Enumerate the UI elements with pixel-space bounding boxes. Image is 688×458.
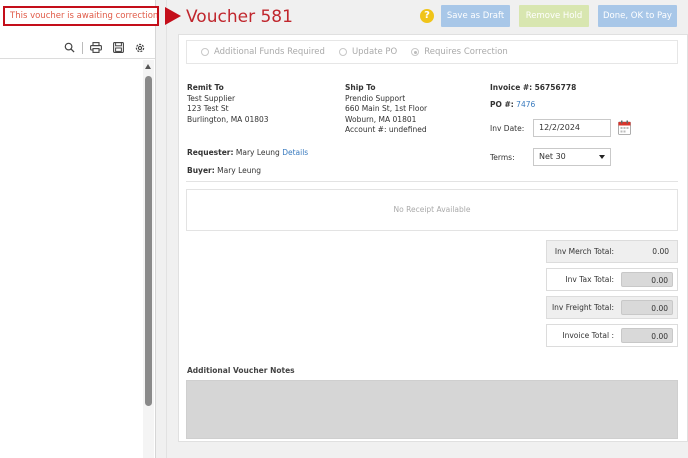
remit-line: Burlington, MA 01803 <box>187 114 269 124</box>
po-number-row: PO #: 7476 <box>490 100 535 109</box>
remit-line: Test Supplier <box>187 93 236 103</box>
buyer-row: Buyer: Mary Leung <box>187 166 261 175</box>
invoice-total-row: Invoice Total : 0.00 <box>546 324 678 347</box>
done-ok-to-pay-button[interactable]: Done, OK to Pay <box>598 5 677 27</box>
terms-selected-value: Net 30 <box>539 152 566 161</box>
total-label: Inv Freight Total: <box>551 303 614 312</box>
total-value-input[interactable]: 0.00 <box>621 272 673 287</box>
radio-update-po[interactable]: Update PO <box>338 47 398 57</box>
status-radio-group: Additional Funds Required Update PO Requ… <box>186 40 678 64</box>
invoice-number-row: Invoice #: 56756778 <box>490 83 576 92</box>
radio-label: Requires Correction <box>424 47 508 57</box>
ship-line: Account #: undefined <box>345 125 427 134</box>
save-icon[interactable] <box>109 39 127 57</box>
radio-button[interactable] <box>338 48 347 56</box>
radio-label: Additional Funds Required <box>214 47 325 57</box>
buyer-name: Mary Leung <box>217 166 262 175</box>
document-viewer-pane <box>0 0 156 458</box>
notes-label: Additional Voucher Notes <box>187 366 295 375</box>
viewer-toolbar <box>0 37 155 59</box>
toolbar-separator <box>82 41 83 54</box>
settings-icon[interactable] <box>131 39 149 57</box>
save-as-draft-button[interactable]: Save as Draft <box>441 5 510 27</box>
radio-button[interactable] <box>411 48 420 56</box>
notes-textarea[interactable] <box>186 380 678 439</box>
requester-row: Requester: Mary Leung Details <box>187 148 308 157</box>
total-label: Inv Merch Total: <box>554 247 614 256</box>
pane-divider <box>166 0 167 458</box>
ship-to-block: Ship To Prendio Support 660 Main St, 1st… <box>345 83 427 136</box>
inv-tax-total-row: Inv Tax Total: 0.00 <box>546 268 678 291</box>
ship-line: Prendio Support <box>345 93 406 103</box>
scroll-up-arrow-icon[interactable] <box>145 64 151 69</box>
requester-details-link[interactable]: Details <box>282 148 308 157</box>
inv-freight-total-row: Inv Freight Total: 0.00 <box>546 296 678 319</box>
total-label: Invoice Total : <box>562 331 614 340</box>
page-title: Voucher 581 <box>186 7 293 27</box>
alert-arrow-icon <box>165 7 181 25</box>
receipt-panel: No Receipt Available <box>186 189 678 231</box>
ship-to-heading: Ship To <box>345 83 376 92</box>
remit-to-heading: Remit To <box>187 83 224 92</box>
invoice-number-value: 56756778 <box>534 83 577 92</box>
calendar-icon[interactable] <box>618 120 631 135</box>
radio-additional-funds[interactable]: Additional Funds Required <box>201 47 325 57</box>
correction-alert: This voucher is awaiting correction <box>3 6 159 26</box>
remit-line: 123 Test St <box>187 104 229 113</box>
invoice-number-label: Invoice #: <box>490 83 533 92</box>
radio-button[interactable] <box>201 48 209 56</box>
radio-label: Update PO <box>351 47 398 57</box>
invoice-date-label: Inv Date: <box>490 124 525 133</box>
terms-label: Terms: <box>490 153 515 162</box>
total-value-input[interactable]: 0.00 <box>621 300 673 315</box>
po-number-link[interactable]: 7476 <box>516 100 535 109</box>
scroll-thumb[interactable] <box>145 76 152 406</box>
total-label: Inv Tax Total: <box>565 275 614 284</box>
help-icon[interactable]: ? <box>420 9 434 23</box>
ship-line: Woburn, MA 01801 <box>345 114 417 124</box>
viewer-scrollbar[interactable] <box>143 60 154 458</box>
invoice-date-input[interactable]: 12/2/2024 <box>533 119 611 137</box>
total-value-input[interactable]: 0.00 <box>621 328 673 343</box>
total-value: 0.00 <box>652 247 669 256</box>
terms-select[interactable]: Net 30 <box>533 148 611 166</box>
chevron-down-icon <box>599 155 605 159</box>
radio-requires-correction[interactable]: Requires Correction <box>411 47 508 57</box>
remove-hold-button[interactable]: Remove Hold <box>519 5 589 27</box>
search-icon[interactable] <box>60 39 78 57</box>
requester-label: Requester: <box>187 148 234 157</box>
no-receipt-text: No Receipt Available <box>393 205 471 214</box>
requester-name: Mary Leung <box>235 148 280 157</box>
remit-to-block: Remit To Test Supplier 123 Test St Burli… <box>187 83 269 125</box>
ship-line: 660 Main St, 1st Floor <box>345 104 428 113</box>
inv-merch-total-row: Inv Merch Total: 0.00 <box>546 240 678 263</box>
print-icon[interactable] <box>87 39 105 57</box>
po-number-label: PO #: <box>490 100 514 109</box>
section-divider <box>186 181 678 182</box>
buyer-label: Buyer: <box>187 166 215 175</box>
